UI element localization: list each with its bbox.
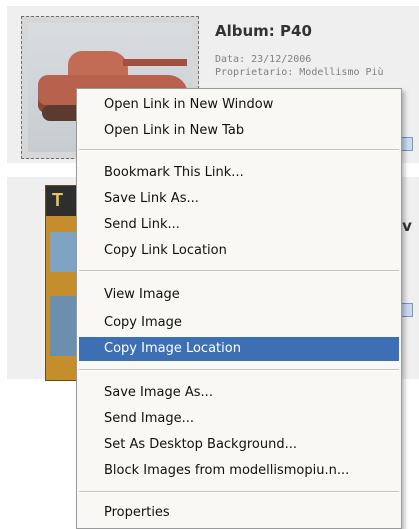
menu-separator — [79, 491, 399, 493]
menu-item-copy-image[interactable]: Copy Image — [79, 311, 399, 335]
tank-gun-shape — [123, 59, 187, 66]
menu-separator — [79, 369, 399, 371]
menu-item-copy-image-location[interactable]: Copy Image Location — [79, 337, 399, 361]
menu-item-block-images[interactable]: Block Images from modellismopiu.n... — [79, 459, 399, 483]
menu-item-send-image[interactable]: Send Image... — [79, 407, 399, 431]
menu-separator — [79, 270, 399, 272]
album-owner: Proprietario: Modellismo Più — [215, 67, 384, 78]
menu-item-save-image-as[interactable]: Save Image As... — [79, 381, 399, 405]
menu-item-send-link[interactable]: Send Link... — [79, 213, 399, 237]
menu-separator — [79, 149, 399, 151]
album-date: Data: 23/12/2006 — [215, 54, 312, 65]
menu-item-view-image[interactable]: View Image — [79, 283, 399, 307]
cover-title-text: T — [52, 190, 63, 210]
menu-item-open-new-window[interactable]: Open Link in New Window — [79, 93, 399, 117]
menu-item-save-link-as[interactable]: Save Link As... — [79, 187, 399, 211]
menu-item-bookmark-link[interactable]: Bookmark This Link... — [79, 161, 399, 185]
menu-item-properties[interactable]: Properties — [79, 501, 399, 525]
menu-item-copy-link-location[interactable]: Copy Link Location — [79, 239, 399, 263]
album-title[interactable]: Album: P40 — [215, 22, 312, 40]
menu-item-open-new-tab[interactable]: Open Link in New Tab — [79, 119, 399, 143]
context-menu: Open Link in New Window Open Link in New… — [76, 88, 402, 529]
menu-item-set-desktop-background[interactable]: Set As Desktop Background... — [79, 433, 399, 457]
